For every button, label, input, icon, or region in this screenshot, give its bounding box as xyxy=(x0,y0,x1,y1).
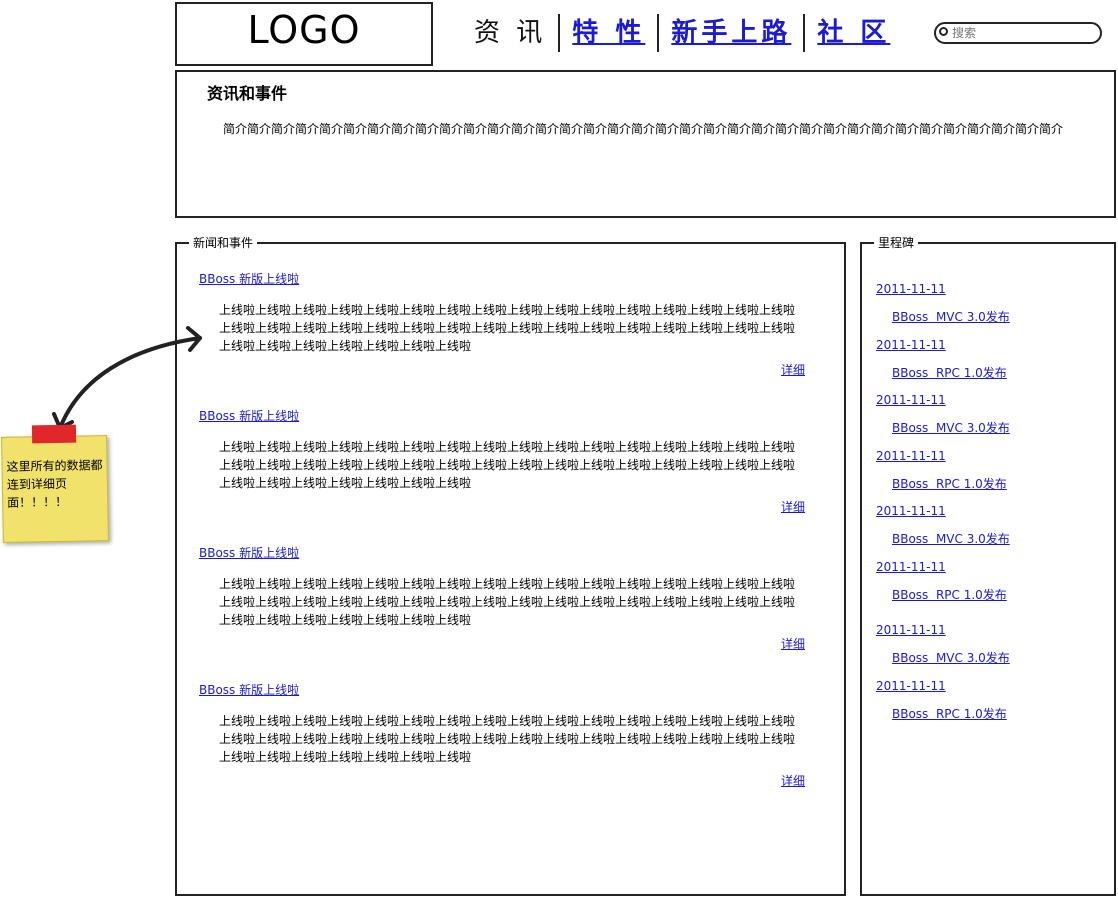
milestone-date-link[interactable]: 2011-11-11 xyxy=(876,393,946,407)
milestone-date-link[interactable]: 2011-11-11 xyxy=(876,679,946,693)
milestone-title-link[interactable]: BBoss RPC 1.0发布 xyxy=(892,705,1007,722)
nav-item-community[interactable]: 社 区 xyxy=(805,15,902,51)
news-title-link[interactable]: BBoss 新版上线啦 xyxy=(199,270,805,287)
milestone-date-link[interactable]: 2011-11-11 xyxy=(876,623,946,637)
news-detail-link[interactable]: 详细 xyxy=(199,772,805,789)
milestones-legend: 里程碑 xyxy=(874,234,919,251)
milestone-date-link[interactable]: 2011-11-11 xyxy=(876,282,946,296)
logo-box[interactable]: LOGO xyxy=(175,2,433,66)
milestone-date-link[interactable]: 2011-11-11 xyxy=(876,449,946,463)
sticky-note: 这里所有的数据都连到详细页面！！！！ xyxy=(1,424,109,543)
news-detail-link[interactable]: 详细 xyxy=(199,498,805,515)
nav-item-features[interactable]: 特 性 xyxy=(560,15,657,51)
news-title-link[interactable]: BBoss 新版上线啦 xyxy=(199,407,805,424)
milestone-date-link[interactable]: 2011-11-11 xyxy=(876,560,946,574)
news-panel: 新闻和事件 BBoss 新版上线啦 上线啦上线啦上线啦上线啦上线啦上线啦上线啦上… xyxy=(175,234,846,896)
news-detail-link[interactable]: 详细 xyxy=(199,361,805,378)
milestone-title-link[interactable]: BBoss MVC 3.0发布 xyxy=(892,308,1010,325)
milestone-title-link[interactable]: BBoss RPC 1.0发布 xyxy=(892,586,1007,603)
milestone-title-link[interactable]: BBoss RPC 1.0发布 xyxy=(892,364,1007,381)
sticky-tape xyxy=(31,424,77,444)
search-box[interactable] xyxy=(934,22,1102,44)
news-panel-legend: 新闻和事件 xyxy=(189,234,258,251)
news-body: 上线啦上线啦上线啦上线啦上线啦上线啦上线啦上线啦上线啦上线啦上线啦上线啦上线啦上… xyxy=(219,440,796,490)
news-title-link[interactable]: BBoss 新版上线啦 xyxy=(199,544,805,561)
milestones-panel: 里程碑 2011-11-11 BBoss MVC 3.0发布 2011-11-1… xyxy=(860,234,1116,896)
sticky-note-text: 这里所有的数据都连到详细页面！！！！ xyxy=(6,458,103,510)
intro-text: 简介简介简介简介简介简介简介简介简介简介简介简介简介简介简介简介简介简介简介简介… xyxy=(223,122,1064,136)
milestone-date-link[interactable]: 2011-11-11 xyxy=(876,338,946,352)
news-item: BBoss 新版上线啦 上线啦上线啦上线啦上线啦上线啦上线啦上线啦上线啦上线啦上… xyxy=(199,270,805,378)
news-item: BBoss 新版上线啦 上线啦上线啦上线啦上线啦上线啦上线啦上线啦上线啦上线啦上… xyxy=(199,544,805,652)
milestone-date-link[interactable]: 2011-11-11 xyxy=(876,504,946,518)
top-nav: 资 讯 特 性 新手上路 社 区 xyxy=(462,14,902,52)
news-body: 上线啦上线啦上线啦上线啦上线啦上线啦上线啦上线啦上线啦上线啦上线啦上线啦上线啦上… xyxy=(219,303,796,353)
milestone-title-link[interactable]: BBoss MVC 3.0发布 xyxy=(892,530,1010,547)
logo: LOGO xyxy=(247,8,361,52)
nav-item-getting-started[interactable]: 新手上路 xyxy=(659,15,803,51)
news-item: BBoss 新版上线啦 上线啦上线啦上线啦上线啦上线啦上线啦上线啦上线啦上线啦上… xyxy=(199,681,805,789)
milestone-title-link[interactable]: BBoss RPC 1.0发布 xyxy=(892,475,1007,492)
news-item: BBoss 新版上线啦 上线啦上线啦上线啦上线啦上线啦上线啦上线啦上线啦上线啦上… xyxy=(199,407,805,515)
news-body: 上线啦上线啦上线啦上线啦上线啦上线啦上线啦上线啦上线啦上线啦上线啦上线啦上线啦上… xyxy=(219,714,796,764)
intro-panel: 资讯和事件 简介简介简介简介简介简介简介简介简介简介简介简介简介简介简介简介简介… xyxy=(175,70,1116,218)
intro-title: 资讯和事件 xyxy=(207,84,288,103)
milestone-title-link[interactable]: BBoss MVC 3.0发布 xyxy=(892,649,1010,666)
milestone-title-link[interactable]: BBoss MVC 3.0发布 xyxy=(892,419,1010,436)
annotation-arrow xyxy=(52,326,202,430)
search-input[interactable] xyxy=(952,24,1092,42)
news-body: 上线啦上线啦上线啦上线啦上线啦上线啦上线啦上线啦上线啦上线啦上线啦上线啦上线啦上… xyxy=(219,577,796,627)
search-icon[interactable] xyxy=(939,27,948,36)
nav-item-news[interactable]: 资 讯 xyxy=(462,15,558,51)
news-title-link[interactable]: BBoss 新版上线啦 xyxy=(199,681,805,698)
news-detail-link[interactable]: 详细 xyxy=(199,635,805,652)
